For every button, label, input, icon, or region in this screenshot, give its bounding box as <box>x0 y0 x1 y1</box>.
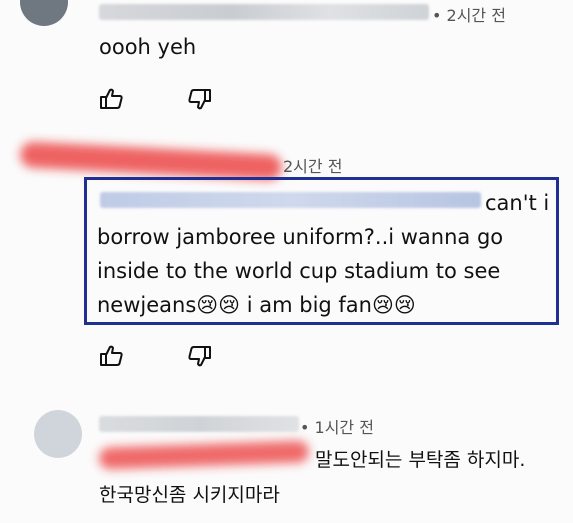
thumbs-up-icon[interactable] <box>99 87 125 111</box>
avatar[interactable] <box>34 410 82 458</box>
blurred-username <box>99 416 299 432</box>
thumbs-up-icon[interactable] <box>99 344 125 368</box>
blurred-username <box>99 4 429 20</box>
thumbs-down-icon[interactable] <box>186 344 212 368</box>
comment-text-line-2: 한국망신좀 시키지마라 <box>99 484 280 506</box>
thumbs-down-icon[interactable] <box>186 87 212 111</box>
redacted-mention <box>98 440 310 470</box>
comment-text: oooh yeh <box>99 35 197 59</box>
comment-timestamp: • 1시간 전 <box>300 418 374 437</box>
comment-timestamp: • 2시간 전 <box>432 6 506 25</box>
comment-text: can't i borrow jamboree uniform?..i wann… <box>97 191 550 317</box>
comment-text-line-1: 말도안되는 부탁좀 하지마. <box>315 449 526 471</box>
redacted-username <box>19 141 283 181</box>
comment-timestamp: 2시간 전 <box>283 157 343 176</box>
avatar[interactable] <box>20 0 68 26</box>
